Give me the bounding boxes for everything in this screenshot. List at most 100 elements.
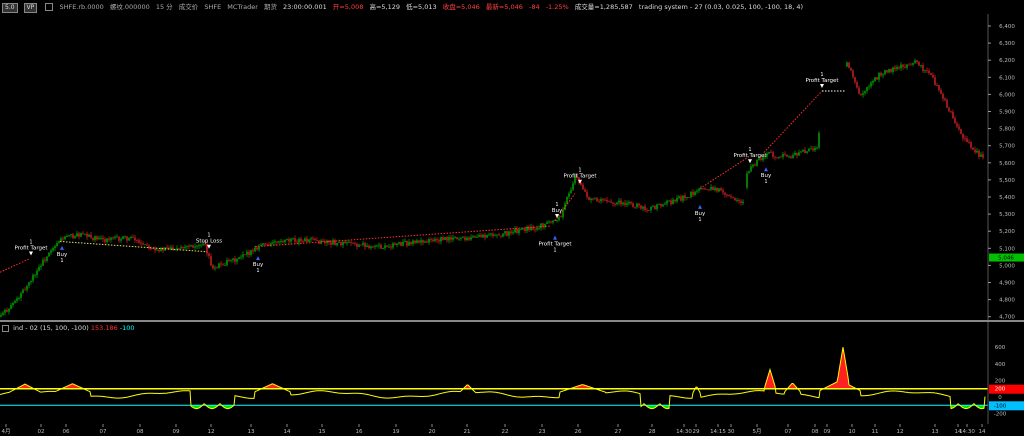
candle xyxy=(928,70,930,74)
candle xyxy=(616,202,618,205)
candle xyxy=(962,133,964,139)
candle xyxy=(124,236,126,238)
candle xyxy=(236,258,238,262)
candle xyxy=(558,216,560,221)
candle xyxy=(402,242,404,246)
candle xyxy=(732,196,734,198)
candle xyxy=(368,245,370,249)
candle xyxy=(362,243,364,245)
indicator-axis[interactable]: 600 400 200 0 -200 200 -100 xyxy=(987,322,1024,424)
candle xyxy=(922,65,924,71)
candle xyxy=(2,312,4,315)
candle xyxy=(746,173,748,188)
candle xyxy=(642,206,644,209)
candle xyxy=(508,231,510,236)
candle xyxy=(436,239,438,241)
candle xyxy=(970,142,972,148)
candle xyxy=(618,200,620,203)
indicator-plot xyxy=(0,347,988,410)
candle xyxy=(664,203,666,205)
time-label: 28 xyxy=(649,429,656,435)
lower-value-label: -100 xyxy=(994,403,1007,409)
candle xyxy=(272,242,274,244)
candle xyxy=(640,205,642,209)
candle xyxy=(656,204,658,209)
candle xyxy=(374,246,376,247)
exit-arrow-icon xyxy=(207,244,211,249)
asset-type: 期货 xyxy=(263,3,277,11)
time-label: 14 xyxy=(284,429,291,435)
candle xyxy=(342,241,344,246)
candle xyxy=(482,234,484,238)
layout-button[interactable]: 5.0 xyxy=(2,3,18,13)
candle xyxy=(26,285,28,290)
candle xyxy=(848,62,850,68)
candle xyxy=(588,197,590,201)
candle xyxy=(850,67,852,71)
candle xyxy=(130,236,132,238)
candle xyxy=(518,229,520,234)
candle xyxy=(290,238,292,242)
indicator-value-2: -100 xyxy=(119,324,135,332)
candle xyxy=(348,242,350,243)
candle xyxy=(584,189,586,192)
candle xyxy=(868,86,870,88)
symbol-code: SHFE.rb.0000 xyxy=(59,3,104,11)
candle xyxy=(944,98,946,101)
candle xyxy=(654,206,656,209)
candle xyxy=(902,64,904,67)
candle xyxy=(782,154,784,157)
candle xyxy=(356,243,358,247)
candle xyxy=(786,154,788,157)
candle xyxy=(104,239,106,242)
candle xyxy=(106,238,108,242)
candle xyxy=(814,147,816,151)
candle xyxy=(250,250,252,255)
time-label: 4月 xyxy=(2,428,11,435)
candle xyxy=(146,244,148,246)
time-label: 09 xyxy=(824,429,831,435)
candle xyxy=(334,240,336,246)
volume-profile-button[interactable]: VP xyxy=(23,3,38,13)
candle xyxy=(386,245,388,247)
candle xyxy=(486,234,488,238)
candle xyxy=(648,210,650,211)
candle xyxy=(12,302,14,306)
candle xyxy=(622,202,624,205)
candle xyxy=(918,61,920,66)
candle xyxy=(496,234,498,236)
indicator-checkbox[interactable] xyxy=(2,324,9,332)
indicator-chart[interactable]: 600 400 200 0 -200 200 -100 xyxy=(0,322,1024,424)
candle xyxy=(670,200,672,205)
candle xyxy=(126,236,128,241)
time-label: 19 xyxy=(393,429,400,435)
candle xyxy=(916,60,918,62)
indicator-params: (15, 100, -100) xyxy=(39,324,89,332)
candle xyxy=(464,237,466,240)
buy-arrow-icon xyxy=(698,204,702,209)
time-label: 09 xyxy=(173,429,180,435)
candle xyxy=(894,67,896,70)
price-chart[interactable]: Profit Target1Buy1Stop Loss1Buy1Profit T… xyxy=(0,14,1024,320)
candle xyxy=(794,152,796,156)
candle xyxy=(254,247,256,252)
candle xyxy=(878,72,880,80)
candle xyxy=(330,242,332,245)
price-axis[interactable]: 6,400 6,300 6,200 6,100 6,000 5,900 5,800 5,700… xyxy=(987,14,1024,320)
candle xyxy=(178,248,180,250)
candle xyxy=(78,233,80,237)
price-tick-label: 6,400 xyxy=(999,24,1015,30)
price-change-pct: -1.25% xyxy=(545,3,569,11)
candle xyxy=(406,240,408,246)
time-label: 21 xyxy=(464,429,471,435)
candle xyxy=(230,259,232,261)
indicator-line xyxy=(0,347,986,410)
trade-line xyxy=(763,90,823,153)
candle xyxy=(500,235,502,237)
candle xyxy=(560,216,562,218)
chart-checkbox[interactable] xyxy=(45,3,54,11)
candle xyxy=(858,87,860,94)
candle xyxy=(572,183,574,190)
price-tick-label: 5,800 xyxy=(999,127,1015,133)
time-axis[interactable]: 4月 02 06 07 08 09 12 13 14 15 16 19 20 21 22 23 26 27 28 14… xyxy=(0,424,1024,436)
